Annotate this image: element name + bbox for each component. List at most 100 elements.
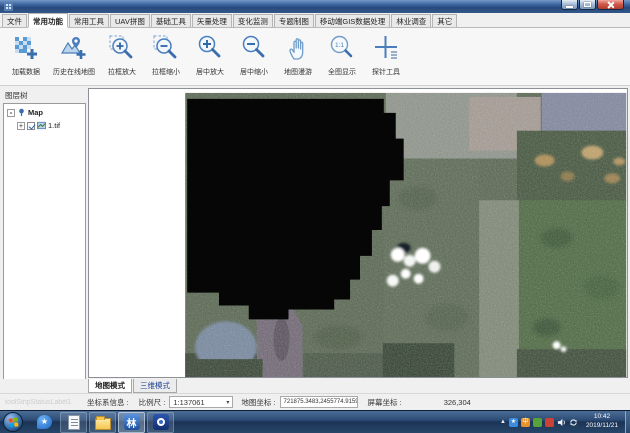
coord-system-label: 坐标系信息 :: [87, 397, 129, 408]
tray-star-icon[interactable]: ★: [509, 418, 518, 427]
clock-date: 2019/11/21: [586, 422, 618, 431]
center-zoom-in-button[interactable]: 居中放大: [188, 32, 232, 79]
start-button[interactable]: [3, 412, 23, 432]
toolbar-button-label: 拉框放大: [108, 67, 136, 77]
load-data-button[interactable]: 加载数据: [4, 32, 48, 79]
layer-panel-title: 图层树: [5, 90, 28, 101]
ring-app-icon: [153, 414, 169, 430]
load-data-icon: [12, 34, 40, 62]
maximize-button[interactable]: [579, 0, 596, 10]
toolbar-button-label: 居中放大: [196, 67, 224, 77]
box-zoom-out-button[interactable]: 拉框缩小: [144, 32, 188, 79]
collapse-expander-icon[interactable]: -: [7, 109, 15, 117]
close-button[interactable]: [597, 0, 624, 10]
tray-green-icon[interactable]: [533, 418, 542, 427]
tab-3d-mode[interactable]: 三维模式: [133, 379, 177, 393]
center-zoom-in-icon: [196, 34, 224, 62]
tray-expand-button[interactable]: ▲: [500, 419, 506, 425]
scale-label: 比例尺 :: [139, 397, 166, 408]
tab-uav-mosaic[interactable]: UAV拼图: [110, 14, 150, 27]
map-coord-value-box: 721875.3483,2455774.9159: [280, 396, 358, 408]
toolbar-button-label: 地图漫游: [284, 67, 312, 77]
tab-common-tools[interactable]: 常用工具: [69, 14, 109, 27]
title-bar: [0, 0, 630, 13]
history-online-map-button[interactable]: 历史在线地图: [48, 32, 100, 79]
full-extent-icon: 1:1: [328, 34, 356, 62]
full-extent-button[interactable]: 1:1 全图显示: [320, 32, 364, 79]
show-desktop-button[interactable]: [625, 411, 630, 433]
tab-change-detection[interactable]: 变化监测: [233, 14, 273, 27]
tree-node-layer[interactable]: + 1.tif: [17, 121, 85, 130]
close-icon: [607, 1, 615, 9]
layer-tree: - Map + 1.tif: [3, 103, 86, 391]
minimize-button[interactable]: [561, 0, 578, 10]
document-icon: [68, 415, 80, 430]
ribbon-toolbar: 加载数据 历史在线地图 拉框放大: [0, 28, 630, 86]
tab-thematic-mapping[interactable]: 专题制图: [274, 14, 314, 27]
screen-coord-label: 屏幕坐标 :: [368, 397, 402, 408]
probe-icon: [372, 34, 400, 62]
folder-icon: [95, 418, 111, 430]
tab-vector-processing[interactable]: 矢量处理: [192, 14, 232, 27]
map-canvas[interactable]: [88, 88, 628, 378]
tab-forestry-survey[interactable]: 林业调查: [391, 14, 431, 27]
app-window-icon: [4, 2, 13, 11]
taskbar-app-bubble-star[interactable]: ★: [31, 412, 58, 433]
taskbar-clock[interactable]: 10:42 2019/11/21: [586, 413, 618, 431]
ribbon-tab-bar: 文件 常用功能 常用工具 UAV拼图 基础工具 矢量处理 变化监测 专题制图 移…: [0, 13, 630, 28]
map-node-icon: [17, 108, 26, 117]
map-coord-label: 地图坐标 :: [241, 397, 275, 408]
probe-tool-button[interactable]: 探针工具: [364, 32, 408, 79]
tab-basic-tools[interactable]: 基础工具: [151, 14, 191, 27]
center-zoom-out-button[interactable]: 居中缩小: [232, 32, 276, 79]
minimize-icon: [566, 6, 573, 8]
chevron-down-icon: ▾: [226, 399, 229, 406]
tray-flag-icon[interactable]: [545, 418, 554, 427]
windows-taskbar: ★ 林 ▲ ★ 中: [0, 410, 630, 433]
status-bar: toolStripStatusLabel1 坐标系信息 : 比例尺 : 1:13…: [0, 393, 630, 410]
system-tray: ▲ ★ 中 10:42 2019/11/21: [500, 411, 630, 433]
scale-value: 1:137061: [173, 398, 204, 407]
toolbar-button-label: 拉框缩小: [152, 67, 180, 77]
map-coord-value: 721875.3483,2455774.9159: [284, 399, 358, 405]
tree-node-label: Map: [28, 108, 43, 117]
expand-expander-icon[interactable]: +: [17, 122, 25, 130]
box-zoom-in-icon: [108, 34, 136, 62]
layer-visibility-checkbox[interactable]: [27, 122, 35, 130]
toolbar-button-label: 加载数据: [12, 67, 40, 77]
map-pan-button[interactable]: 地图漫游: [276, 32, 320, 79]
taskbar-app-o[interactable]: [147, 412, 174, 433]
pan-hand-icon: [284, 34, 312, 62]
tab-mobile-gis-data[interactable]: 移动端GIS数据处理: [315, 14, 390, 27]
clock-time: 10:42: [586, 413, 618, 422]
tab-file[interactable]: 文件: [2, 14, 27, 27]
tab-map-mode[interactable]: 地图模式: [88, 379, 132, 393]
taskbar-app-notepad[interactable]: [60, 412, 87, 433]
windows-logo-icon: [8, 417, 18, 427]
tree-node-map[interactable]: - Map: [7, 108, 85, 117]
toolbar-button-label: 探针工具: [372, 67, 400, 77]
center-zoom-out-icon: [240, 34, 268, 62]
svg-text:1:1: 1:1: [335, 42, 344, 49]
status-placeholder-label: toolStripStatusLabel1: [5, 399, 81, 406]
tree-node-label: 1.tif: [48, 121, 60, 130]
toolbar-button-label: 历史在线地图: [53, 67, 95, 77]
tab-common-functions[interactable]: 常用功能: [28, 13, 68, 28]
maximize-icon: [584, 2, 591, 7]
tray-ime-icon[interactable]: 中: [521, 418, 530, 427]
history-online-map-icon: [60, 34, 88, 62]
screen-coord-value: 326,304: [444, 398, 471, 407]
scale-dropdown[interactable]: 1:137061 ▾: [169, 396, 233, 408]
taskbar-app-explorer[interactable]: [89, 412, 116, 433]
tab-other[interactable]: 其它: [432, 14, 457, 27]
sync-arrows-icon[interactable]: [569, 418, 578, 427]
raster-layer-icon: [37, 121, 46, 130]
box-zoom-in-button[interactable]: 拉框放大: [100, 32, 144, 79]
satellite-imagery: [89, 89, 627, 377]
taskbar-app-forest-gis[interactable]: 林: [118, 412, 145, 433]
application-window: 文件 常用功能 常用工具 UAV拼图 基础工具 矢量处理 变化监测 专题制图 移…: [0, 0, 630, 433]
chat-star-icon: ★: [37, 415, 52, 429]
view-mode-tab-strip: 地图模式 三维模式: [0, 379, 630, 393]
toolbar-button-label: 居中缩小: [240, 67, 268, 77]
speaker-icon[interactable]: [557, 418, 566, 427]
